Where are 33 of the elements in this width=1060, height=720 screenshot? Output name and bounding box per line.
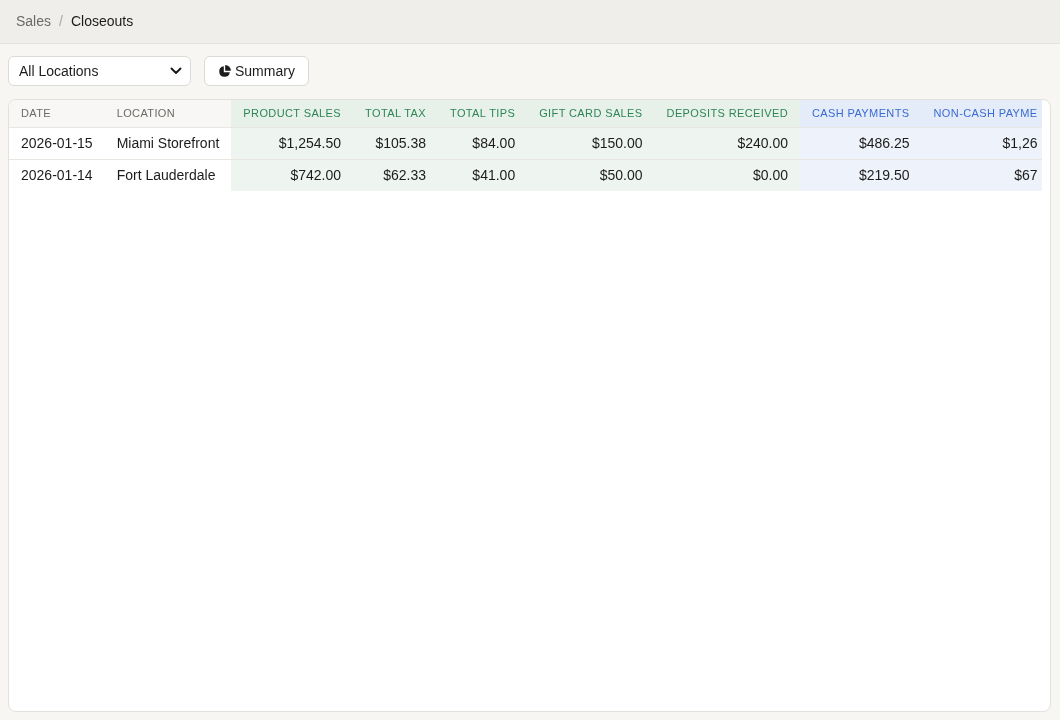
breadcrumb-separator: / [59, 12, 63, 31]
table-cell: $1,26 [921, 127, 1042, 159]
table-cell: $105.38 [353, 127, 438, 159]
table-cell: $240.00 [654, 127, 800, 159]
column-header[interactable]: TOTAL TIPS [438, 100, 528, 127]
table-cell: $67 [921, 159, 1042, 191]
table-cell: Fort Lauderdale [104, 159, 232, 191]
table-cell: $150.00 [527, 127, 655, 159]
table-cell: 2026-01-15 [9, 127, 105, 159]
breadcrumb-link[interactable]: Sales [16, 11, 52, 32]
column-header[interactable]: NON-CASH PAYME [921, 100, 1042, 127]
column-header[interactable]: PRODUCT SALES [231, 100, 354, 127]
location-dropdown[interactable]: All Locations [8, 56, 191, 86]
pie-chart-icon [218, 64, 231, 78]
column-header[interactable]: LOCATION [104, 100, 232, 127]
column-header[interactable]: DATE [9, 100, 105, 127]
summary-button[interactable]: Summary [204, 56, 309, 86]
chevron-down-icon [170, 67, 182, 75]
column-header[interactable]: GIFT CARD SALES [527, 100, 655, 127]
table-cell: $50.00 [527, 159, 655, 191]
table-cell: Miami Storefront [104, 127, 232, 159]
table-cell: $742.00 [231, 159, 354, 191]
table-cell: $219.50 [800, 159, 922, 191]
column-header[interactable]: CASH PAYMENTS [800, 100, 922, 127]
table-cell: $84.00 [438, 127, 528, 159]
table-cell: $62.33 [353, 159, 438, 191]
column-header[interactable]: TOTAL TAX [353, 100, 438, 127]
column-header[interactable]: DEPOSITS RECEIVED [654, 100, 800, 127]
table-cell: $486.25 [800, 127, 922, 159]
table-cell: $1,254.50 [231, 127, 354, 159]
breadcrumb-current: Closeouts [70, 12, 134, 31]
table-cell: $0.00 [654, 159, 800, 191]
table-cell: $41.00 [438, 159, 528, 191]
